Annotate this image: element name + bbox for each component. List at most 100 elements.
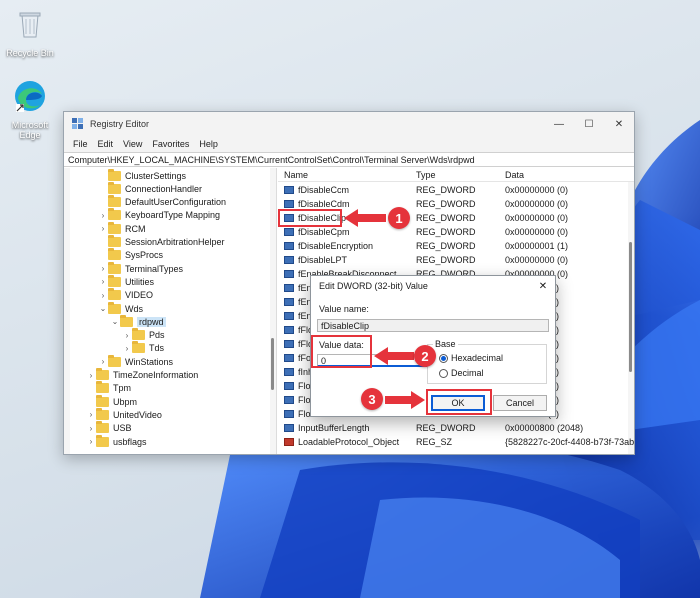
tree-item[interactable]: SysProcs (98, 248, 163, 262)
window-title: Registry Editor (90, 119, 150, 129)
tree-item[interactable]: › usbflags (86, 434, 147, 448)
tree-item[interactable]: › USB (86, 421, 132, 435)
tree-expander[interactable]: › (98, 357, 108, 366)
registry-value-icon (284, 270, 294, 278)
value-type: REG_DWORD (416, 213, 476, 223)
tree-expander[interactable]: › (86, 371, 96, 380)
menu-view[interactable]: View (118, 139, 147, 149)
tree-item[interactable]: › KeyboardType Mapping (98, 208, 221, 222)
value-name: fDisableCcm (298, 185, 350, 195)
tree-expander[interactable]: › (122, 331, 132, 340)
tree-scroll-thumb[interactable] (271, 338, 274, 390)
close-button[interactable]: ✕ (604, 112, 634, 136)
address-bar[interactable]: Computer\HKEY_LOCAL_MACHINE\SYSTEM\Curre… (64, 152, 634, 167)
menu-help[interactable]: Help (194, 139, 223, 149)
edge-label-line-1: Microsoft (11, 120, 49, 130)
folder-icon (108, 354, 121, 367)
tree-item[interactable]: › Tds (122, 341, 165, 355)
tree-expander[interactable]: › (98, 211, 108, 220)
registry-value-icon (284, 186, 294, 194)
tree-scrollbar-right[interactable] (270, 168, 276, 454)
value-row[interactable]: fDisableClip REG_DWORD 0x00000000 (0) (278, 211, 634, 225)
column-header-name[interactable]: Name (284, 170, 308, 180)
value-row[interactable]: fDisableEncryption REG_DWORD 0x00000001 (1… (278, 239, 634, 253)
tree-item[interactable]: Tpm (86, 381, 131, 395)
cancel-button[interactable]: Cancel (493, 395, 547, 411)
folder-icon (108, 274, 121, 287)
maximize-button[interactable]: ☐ (574, 112, 604, 136)
step-callout-3: 3 (361, 388, 383, 410)
minimize-button[interactable]: — (544, 112, 574, 136)
tree-item[interactable]: › WinStations (98, 354, 174, 368)
tree-item-label: Tds (149, 343, 165, 354)
value-row[interactable]: InputBufferLength REG_DWORD 0x00000800 (20… (278, 421, 634, 435)
recycle-bin-shortcut[interactable]: Recycle Bin (0, 6, 60, 58)
value-row[interactable]: LoadableProtocol_Object REG_SZ {5828227c-2… (278, 435, 634, 449)
tree-expander[interactable]: › (98, 291, 108, 300)
title-bar[interactable]: Registry Editor — ☐ ✕ (64, 112, 634, 136)
tree-item-label: KeyboardType Mapping (125, 210, 221, 221)
tree-expander[interactable]: › (86, 437, 96, 446)
registry-value-icon (284, 340, 294, 348)
tree-item[interactable]: ⌄ rdpwd (110, 314, 166, 328)
tree-scrollbar[interactable] (64, 168, 70, 454)
tree-item[interactable]: › TerminalTypes (98, 261, 183, 275)
menu-bar: File Edit View Favorites Help (64, 136, 634, 152)
tree-item-label: RCM (125, 223, 146, 234)
edit-dword-dialog: Edit DWORD (32-bit) Value ✕ Value name: … (310, 275, 556, 417)
folder-icon (108, 248, 121, 261)
value-type: REG_DWORD (416, 241, 476, 251)
tree-item[interactable]: ClusterSettings (98, 168, 186, 182)
value-data: 0x00000000 (0) (505, 185, 569, 195)
hexadecimal-label[interactable]: Hexadecimal (451, 353, 503, 363)
decimal-radio[interactable] (439, 369, 448, 378)
folder-icon (108, 221, 121, 234)
tree-expander[interactable]: › (86, 410, 96, 419)
tree-expander[interactable]: ⌄ (98, 304, 108, 313)
value-row[interactable]: fDisableCcm REG_DWORD 0x00000000 (0) (278, 183, 634, 197)
dialog-close-button[interactable]: ✕ (531, 281, 555, 292)
tree-expander[interactable]: ⌄ (110, 317, 120, 326)
decimal-label[interactable]: Decimal (451, 368, 484, 378)
microsoft-edge-shortcut[interactable]: Microsoft Edge (0, 78, 60, 140)
tree-item[interactable]: ⌄ Wds (98, 301, 143, 315)
column-header-type[interactable]: Type (416, 170, 436, 180)
value-data: 0x00000800 (2048) (505, 423, 584, 433)
column-header-data[interactable]: Data (505, 170, 524, 180)
tree-item[interactable]: Ubpm (86, 394, 138, 408)
tree-expander[interactable]: › (98, 277, 108, 286)
tree-item[interactable]: › TimeZoneInformation (86, 368, 199, 382)
tree-item[interactable]: › RCM (98, 221, 146, 235)
value-row[interactable]: fDisableCdm REG_DWORD 0x00000000 (0) (278, 197, 634, 211)
tree-item[interactable]: › UnitedVideo (86, 407, 162, 421)
tree-expander[interactable]: › (98, 264, 108, 273)
tree-expander[interactable]: › (98, 224, 108, 233)
tree-item-label: Pds (149, 330, 165, 341)
registry-value-icon (284, 438, 294, 446)
tree-item[interactable]: ConnectionHandler (98, 181, 202, 195)
tree-item[interactable]: › VIDEO (98, 288, 153, 302)
menu-favorites[interactable]: Favorites (147, 139, 194, 149)
tree-item-label: Ubpm (113, 396, 138, 407)
tree-item[interactable]: DefaultUserConfiguration (98, 195, 226, 209)
tree-item[interactable]: › Pds (122, 328, 165, 342)
folder-icon (96, 368, 109, 380)
value-row[interactable]: fDisableCpm REG_DWORD 0x00000000 (0) (278, 225, 634, 239)
tree-item-label: rdpwd (137, 316, 166, 327)
tree-item[interactable]: › Utilities (98, 274, 154, 288)
tree-item-label: TimeZoneInformation (113, 370, 199, 380)
ok-button[interactable]: OK (431, 395, 485, 411)
tree-expander[interactable]: › (86, 424, 96, 433)
menu-file[interactable]: File (68, 139, 93, 149)
value-name-field[interactable]: fDisableClip (317, 319, 549, 332)
registry-value-icon (284, 256, 294, 264)
hexadecimal-radio[interactable] (439, 354, 448, 363)
tree-item-label: WinStations (125, 356, 174, 367)
menu-edit[interactable]: Edit (93, 139, 119, 149)
dialog-title-bar[interactable]: Edit DWORD (32-bit) Value ✕ (311, 276, 555, 296)
tree-item[interactable]: SessionArbitrationHelper (98, 235, 225, 249)
value-row[interactable]: fDisableLPT REG_DWORD 0x00000000 (0) (278, 253, 634, 267)
registry-value-icon (284, 312, 294, 320)
folder-icon (108, 261, 121, 274)
tree-expander[interactable]: › (122, 344, 132, 353)
